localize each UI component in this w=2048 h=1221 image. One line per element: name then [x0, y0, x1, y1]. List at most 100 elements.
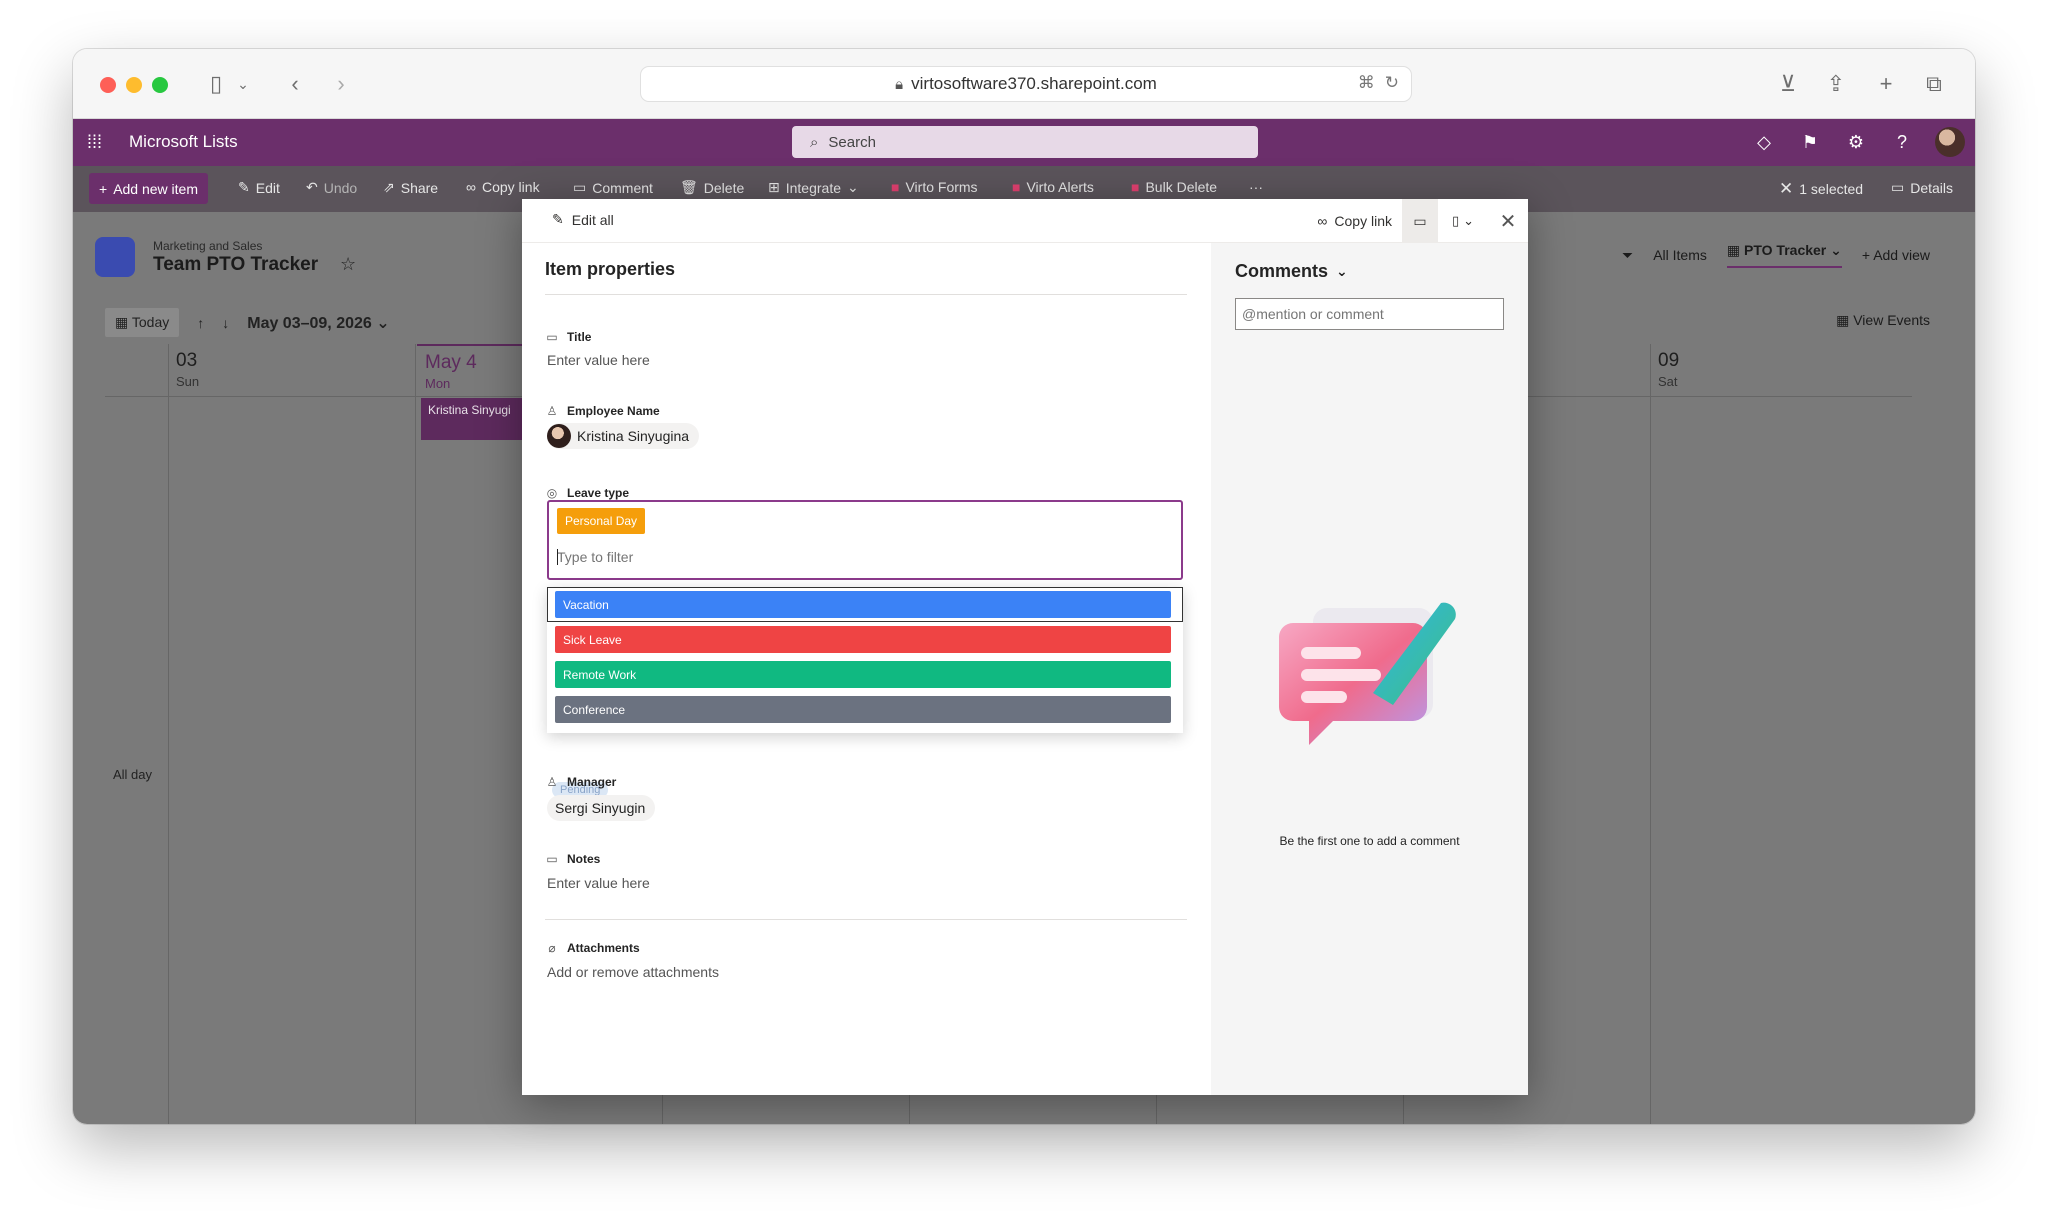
form-icon: ▯	[1451, 213, 1460, 228]
star-icon[interactable]: ☆	[340, 254, 356, 275]
virto-alerts-button[interactable]: ■ Virto Alerts	[1012, 179, 1094, 195]
leave-type-dropdown: Vacation Sick Leave Remote Work Conferen…	[547, 587, 1183, 733]
chevron-down-icon[interactable]: ⌄	[233, 69, 253, 99]
today-button[interactable]: ▦ Today	[105, 308, 180, 337]
item-panel: ✎ Edit all ∞ Copy link ▭ ▯ ⌄ ✕ Item prope…	[522, 199, 1528, 1095]
calendar-event[interactable]: Kristina Sinyugi	[421, 398, 531, 440]
option-remote-work[interactable]: Remote Work	[555, 661, 1171, 688]
employee-pill[interactable]: Kristina Sinyugina	[547, 423, 700, 449]
notes-field[interactable]: Enter value here	[547, 875, 650, 891]
filter-input[interactable]	[557, 546, 1157, 568]
add-new-item-button[interactable]: + Add new item	[89, 173, 209, 204]
back-icon[interactable]: ‹	[283, 69, 307, 99]
app-name[interactable]: Microsoft Lists	[129, 132, 238, 152]
title-label: ▭ Title	[545, 330, 591, 344]
tab-pto-tracker[interactable]: ▦ PTO Tracker ⌄	[1726, 242, 1842, 268]
date-range[interactable]: May 03–09, 2026 ⌄	[247, 313, 389, 333]
feedback-icon[interactable]: ⚑	[1797, 132, 1823, 153]
option-sick-leave[interactable]: Sick Leave	[555, 626, 1171, 653]
details-label: Details	[1910, 179, 1954, 196]
attachments-label-text: Attachments	[567, 941, 640, 955]
manager-name: Sergi Sinyugin	[555, 800, 646, 816]
selected-tag-personal-day[interactable]: Personal Day	[557, 508, 646, 534]
view-events-button[interactable]: ▦ View Events	[1836, 312, 1930, 329]
comment-icon: ▭	[1413, 212, 1427, 229]
option-vacation[interactable]: Vacation	[555, 591, 1171, 618]
day-number: May 4	[425, 352, 477, 373]
delete-button[interactable]: 🗑︎ Delete	[680, 179, 744, 196]
clear-selection-button[interactable]: ✕ 1 selected	[1779, 179, 1863, 199]
tab-all-items[interactable]: All Items	[1653, 247, 1707, 263]
grid-line	[1650, 344, 1651, 1124]
copy-link-button[interactable]: ∞ Copy link	[1317, 213, 1392, 229]
undo-button[interactable]: ↶ Undo	[306, 179, 357, 196]
url-bar[interactable]: 🔒︎ virtosoftware370.sharepoint.com ⌘ ↻	[640, 66, 1412, 102]
add-view-label: Add view	[1873, 247, 1930, 263]
comment-button[interactable]: ▭ Comment	[573, 179, 653, 196]
close-panel-button[interactable]: ✕	[1488, 199, 1528, 243]
copilot-icon[interactable]: ◇	[1751, 132, 1777, 153]
arrow-up-icon[interactable]: ↑	[197, 315, 204, 331]
bulk-delete-button[interactable]: ■ Bulk Delete	[1131, 179, 1217, 195]
avatar[interactable]	[1935, 127, 1965, 157]
comments-header[interactable]: Comments ⌄	[1235, 261, 1348, 282]
help-icon[interactable]: ?	[1889, 132, 1915, 153]
translate-icon[interactable]: ⌘	[1358, 73, 1375, 93]
edit-label: Edit	[255, 179, 280, 196]
app-launcher-icon[interactable]: ⁞⁞⁞	[87, 132, 107, 152]
add-view-button[interactable]: + Add view	[1862, 247, 1930, 263]
comment-input[interactable]	[1235, 298, 1504, 330]
minimize-window-button[interactable]	[126, 77, 142, 93]
comments-toggle-button[interactable]: ▭	[1402, 199, 1438, 243]
more-button[interactable]: ···	[1249, 179, 1263, 195]
settings-icon[interactable]: ⚙	[1843, 132, 1869, 153]
share-button[interactable]: ⇗ Share	[383, 179, 438, 196]
day-header-sun[interactable]: 03 Sun	[168, 344, 415, 396]
zoom-window-button[interactable]	[152, 77, 168, 93]
chevron-down-icon: ⌄	[1463, 213, 1475, 228]
close-icon: ✕	[1499, 210, 1517, 233]
close-icon: ✕	[1779, 179, 1794, 198]
site-name[interactable]: Marketing and Sales	[153, 239, 262, 253]
integrate-button[interactable]: ⊞ Integrate ⌄	[768, 179, 859, 196]
calendar-icon: ▦	[115, 314, 132, 330]
arrow-down-icon[interactable]: ↓	[222, 315, 229, 331]
edit-button[interactable]: ✎ Edit	[238, 179, 280, 196]
reload-icon[interactable]: ↻	[1385, 73, 1399, 93]
comment-illustration-icon	[1279, 602, 1456, 745]
chevron-down-icon: ⌄	[1336, 263, 1348, 279]
virto-forms-label: Virto Forms	[905, 179, 978, 195]
virto-forms-icon: ■	[891, 179, 900, 195]
attachments-field[interactable]: Add or remove attachments	[547, 964, 719, 980]
day-number: 03	[176, 350, 198, 371]
virto-forms-button[interactable]: ■ Virto Forms	[891, 179, 978, 195]
view-options-button[interactable]: ▯ ⌄	[1438, 199, 1488, 243]
close-window-button[interactable]	[100, 77, 116, 93]
edit-all-button[interactable]: ✎ Edit all	[552, 211, 614, 228]
suite-bar: ⁞⁞⁞ Microsoft Lists ⌕ Search ◇ ⚑ ⚙ ?	[73, 119, 1975, 166]
filter-icon[interactable]: ⏷	[1622, 247, 1633, 264]
download-icon[interactable]: ⊻	[1773, 69, 1803, 99]
option-conference[interactable]: Conference	[555, 696, 1171, 723]
copy-link-label: Copy link	[481, 179, 540, 195]
tab-overview-icon[interactable]: ⧉	[1919, 69, 1949, 99]
title-field[interactable]: Enter value here	[547, 352, 650, 368]
day-name: Sun	[176, 374, 200, 389]
manager-pill[interactable]: Sergi Sinyugin	[547, 795, 656, 821]
leave-type-select[interactable]: Personal Day	[547, 500, 1183, 580]
manager-label: ♙ Manager	[545, 775, 617, 789]
sidebar-toggle-icon[interactable]: ▯	[201, 69, 231, 99]
empty-comments-text: Be the first one to add a comment	[1279, 834, 1460, 848]
date-range-label: May 03–09, 2026	[247, 314, 372, 332]
day-number: 09	[1658, 350, 1680, 371]
search-box[interactable]: ⌕ Search	[792, 126, 1258, 158]
forward-icon[interactable]: ›	[329, 69, 353, 99]
copy-link-button[interactable]: ∞ Copy link	[466, 179, 540, 195]
day-header-sat[interactable]: 09 Sat	[1650, 344, 1897, 396]
new-tab-icon[interactable]: +	[1871, 69, 1901, 99]
details-icon: ▭	[1891, 179, 1905, 195]
day-name: Sat	[1658, 374, 1678, 389]
details-button[interactable]: ▭ Details	[1891, 179, 1953, 196]
share-icon[interactable]: ⇪	[1821, 69, 1851, 99]
pencil-icon: ✎	[238, 179, 250, 195]
